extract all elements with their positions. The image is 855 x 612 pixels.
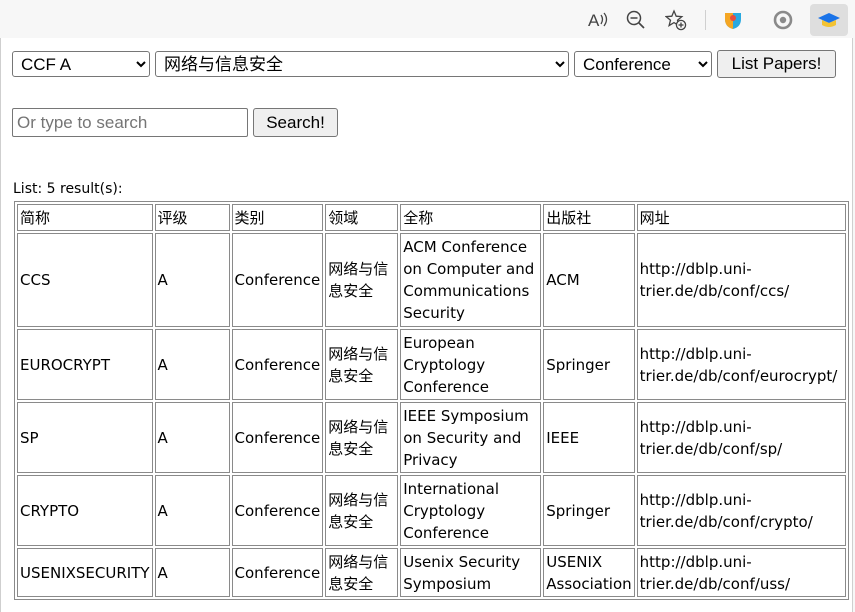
search-button[interactable]: Search! (253, 108, 338, 137)
favorites-add-icon[interactable] (664, 8, 688, 32)
cell-rank: A (154, 402, 230, 473)
table-row: CRYPTO A Conference 网络与信息安全 Internationa… (17, 475, 846, 546)
cell-url: http://dblp.uni-trier.de/db/conf/sp/ (636, 402, 846, 473)
header-publisher: 出版社 (543, 204, 635, 231)
extension-popup: CCF A 网络与信息安全 Conference List Papers! Se… (0, 38, 853, 612)
zoom-out-icon[interactable] (624, 8, 648, 32)
cell-url: http://dblp.uni-trier.de/db/conf/eurocry… (636, 329, 846, 400)
cell-abbreviation: USENIXSECURITY (17, 548, 153, 597)
rank-select[interactable]: CCF A (12, 51, 150, 77)
cell-full-name: IEEE Symposium on Security and Privacy (400, 402, 542, 473)
cell-rank: A (154, 548, 230, 597)
cell-field: 网络与信息安全 (325, 548, 399, 597)
extension-shield-icon[interactable] (721, 8, 745, 32)
cell-publisher: Springer (543, 475, 635, 546)
cell-field: 网络与信息安全 (325, 233, 399, 327)
toolbar-separator (705, 10, 706, 30)
cell-type: Conference (231, 548, 324, 597)
header-full-name: 全称 (400, 204, 542, 231)
list-papers-button[interactable]: List Papers! (717, 50, 836, 78)
result-count: List: 5 result(s): (13, 181, 123, 197)
cell-publisher: IEEE (543, 402, 635, 473)
cell-field: 网络与信息安全 (325, 402, 399, 473)
search-input[interactable] (12, 108, 248, 137)
cell-full-name: Usenix Security Symposium (400, 548, 542, 597)
cell-full-name: International Cryptology Conference (400, 475, 542, 546)
cell-publisher: Springer (543, 329, 635, 400)
cell-type: Conference (231, 402, 324, 473)
extension-circle-icon[interactable] (771, 8, 795, 32)
cell-abbreviation: CRYPTO (17, 475, 153, 546)
header-field: 领域 (325, 204, 399, 231)
header-url: 网址 (636, 204, 846, 231)
header-rank: 评级 (154, 204, 230, 231)
cell-rank: A (154, 329, 230, 400)
cell-type: Conference (231, 233, 324, 327)
cell-rank: A (154, 475, 230, 546)
cell-type: Conference (231, 329, 324, 400)
extension-graduation-cap-icon[interactable] (817, 8, 841, 32)
cell-abbreviation: CCS (17, 233, 153, 327)
header-abbreviation: 简称 (17, 204, 153, 231)
cell-publisher: USENIX Association (543, 548, 635, 597)
table-row: SP A Conference 网络与信息安全 IEEE Symposium o… (17, 402, 846, 473)
cell-full-name: European Cryptology Conference (400, 329, 542, 400)
browser-toolbar: A (0, 0, 855, 38)
cell-field: 网络与信息安全 (325, 475, 399, 546)
cell-field: 网络与信息安全 (325, 329, 399, 400)
table-row: EUROCRYPT A Conference 网络与信息安全 European … (17, 329, 846, 400)
results-table: 简称 评级 类别 领域 全称 出版社 网址 CCS A Conference 网… (14, 201, 849, 600)
cell-abbreviation: EUROCRYPT (17, 329, 153, 400)
table-row: USENIXSECURITY A Conference 网络与信息安全 Usen… (17, 548, 846, 597)
header-type: 类别 (231, 204, 324, 231)
type-select[interactable]: Conference (574, 51, 712, 77)
cell-rank: A (154, 233, 230, 327)
table-row: CCS A Conference 网络与信息安全 ACM Conference … (17, 233, 846, 327)
cell-full-name: ACM Conference on Computer and Communica… (400, 233, 542, 327)
table-header-row: 简称 评级 类别 领域 全称 出版社 网址 (17, 204, 846, 231)
cell-abbreviation: SP (17, 402, 153, 473)
cell-url: http://dblp.uni-trier.de/db/conf/uss/ (636, 548, 846, 597)
cell-url: http://dblp.uni-trier.de/db/conf/crypto/ (636, 475, 846, 546)
read-aloud-icon[interactable]: A (586, 8, 610, 32)
cell-url: http://dblp.uni-trier.de/db/conf/ccs/ (636, 233, 846, 327)
field-select[interactable]: 网络与信息安全 (155, 51, 569, 77)
svg-text:A: A (588, 11, 600, 30)
cell-type: Conference (231, 475, 324, 546)
cell-publisher: ACM (543, 233, 635, 327)
